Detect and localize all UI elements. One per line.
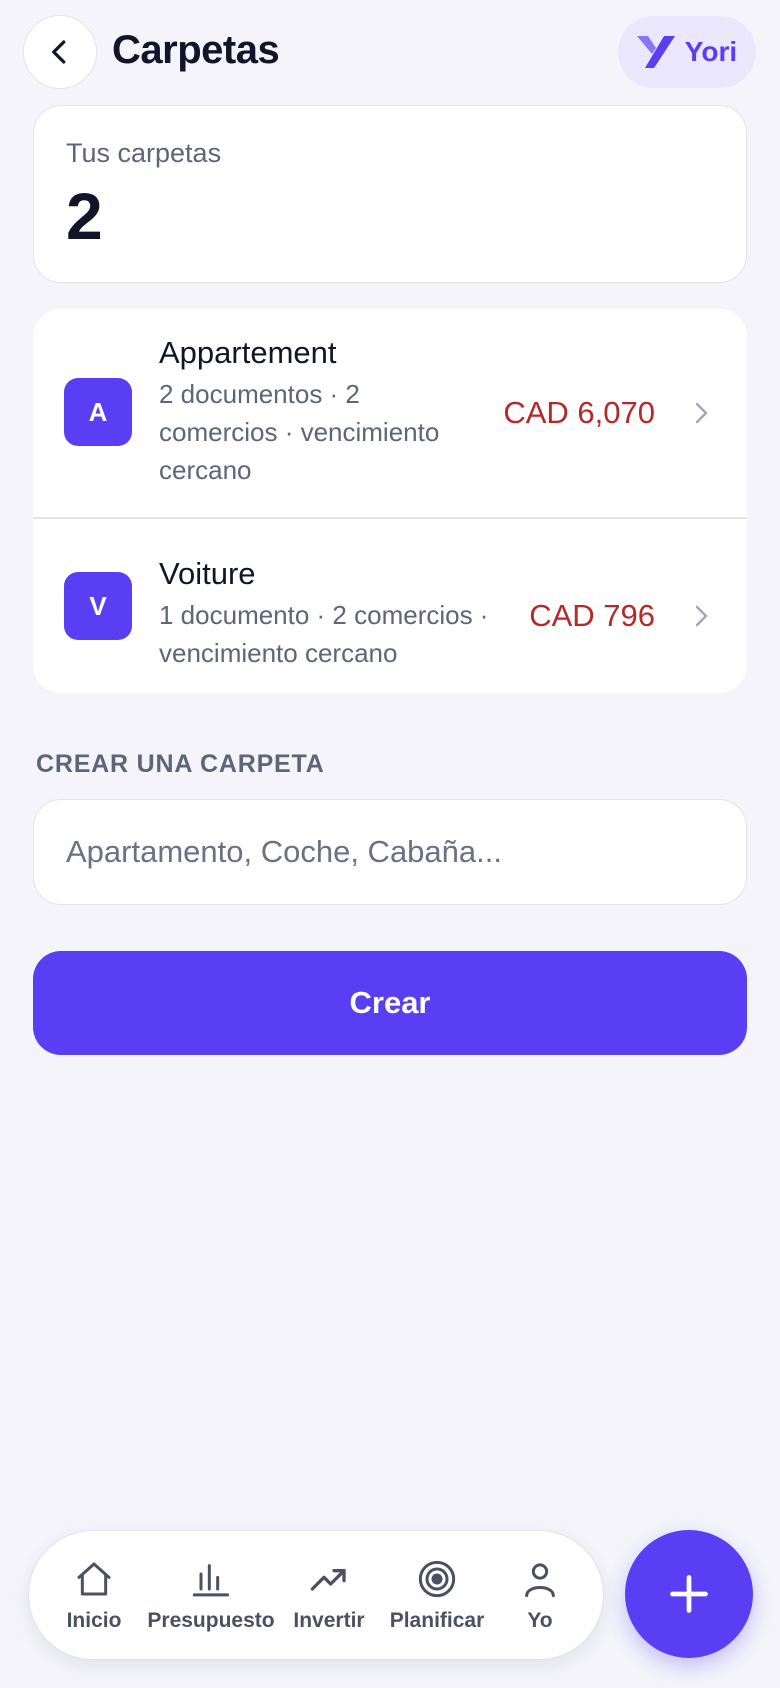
yori-logo-icon xyxy=(636,36,675,68)
summary-card: Tus carpetas 2 xyxy=(33,105,747,283)
folder-avatar: V xyxy=(64,572,132,640)
folder-description: 2 documentos · 2 comercios · vencimiento… xyxy=(159,379,440,485)
chevron-right-icon xyxy=(695,605,708,627)
create-button[interactable]: Crear xyxy=(33,951,747,1055)
folder-avatar: A xyxy=(64,378,132,446)
add-fab-button[interactable] xyxy=(625,1530,753,1658)
nav-item-invertir[interactable]: Invertir xyxy=(292,1531,366,1661)
nav-item-yo[interactable]: Yo xyxy=(514,1531,566,1661)
folders-screen: Carpetas Yori Tus carpetas 2 A Apparteme… xyxy=(0,0,780,1688)
nav-label: Yo xyxy=(527,1609,553,1632)
folder-row-voiture[interactable]: V Voiture 1 documento · 2 comercios · ve… xyxy=(33,520,747,693)
folder-list: A Appartement 2 documentos · 2 comercios… xyxy=(33,309,747,693)
folder-name: Appartement xyxy=(159,335,337,370)
folder-amount: CAD 6,070 xyxy=(503,395,655,430)
folder-description: 1 documento · 2 comercios · vencimiento … xyxy=(159,600,489,668)
bar-chart-icon xyxy=(192,1564,230,1597)
home-icon xyxy=(77,1562,111,1596)
nav-label: Planificar xyxy=(389,1609,485,1632)
page-title: Carpetas xyxy=(112,28,280,72)
chevron-left-icon xyxy=(52,40,66,64)
nav-label: Presupuesto xyxy=(147,1609,275,1632)
folder-name-input[interactable] xyxy=(33,799,747,905)
brand-pill[interactable]: Yori xyxy=(618,16,756,88)
nav-label: Invertir xyxy=(293,1609,365,1632)
bottom-nav: Inicio Presupuesto Invertir Planificar Y… xyxy=(28,1530,604,1660)
folder-count: 2 xyxy=(66,179,103,253)
nav-item-planificar[interactable]: Planificar xyxy=(387,1531,487,1661)
user-icon xyxy=(525,1563,555,1598)
folder-row-appartement[interactable]: A Appartement 2 documentos · 2 comercios… xyxy=(33,309,747,519)
chevron-right-icon xyxy=(695,402,708,424)
header: Carpetas Yori xyxy=(0,0,780,104)
nav-item-presupuesto[interactable]: Presupuesto xyxy=(147,1531,275,1661)
create-section-label: CREAR UNA CARPETA xyxy=(36,750,325,778)
trend-up-icon xyxy=(310,1569,346,1591)
target-icon xyxy=(418,1560,456,1598)
folder-amount: CAD 796 xyxy=(529,598,655,633)
nav-label: Inicio xyxy=(66,1609,122,1632)
folder-name: Voiture xyxy=(159,556,256,591)
summary-label: Tus carpetas xyxy=(66,138,222,168)
plus-icon xyxy=(670,1575,708,1613)
nav-item-inicio[interactable]: Inicio xyxy=(59,1531,129,1661)
back-button[interactable] xyxy=(23,15,97,89)
brand-name: Yori xyxy=(684,36,738,67)
